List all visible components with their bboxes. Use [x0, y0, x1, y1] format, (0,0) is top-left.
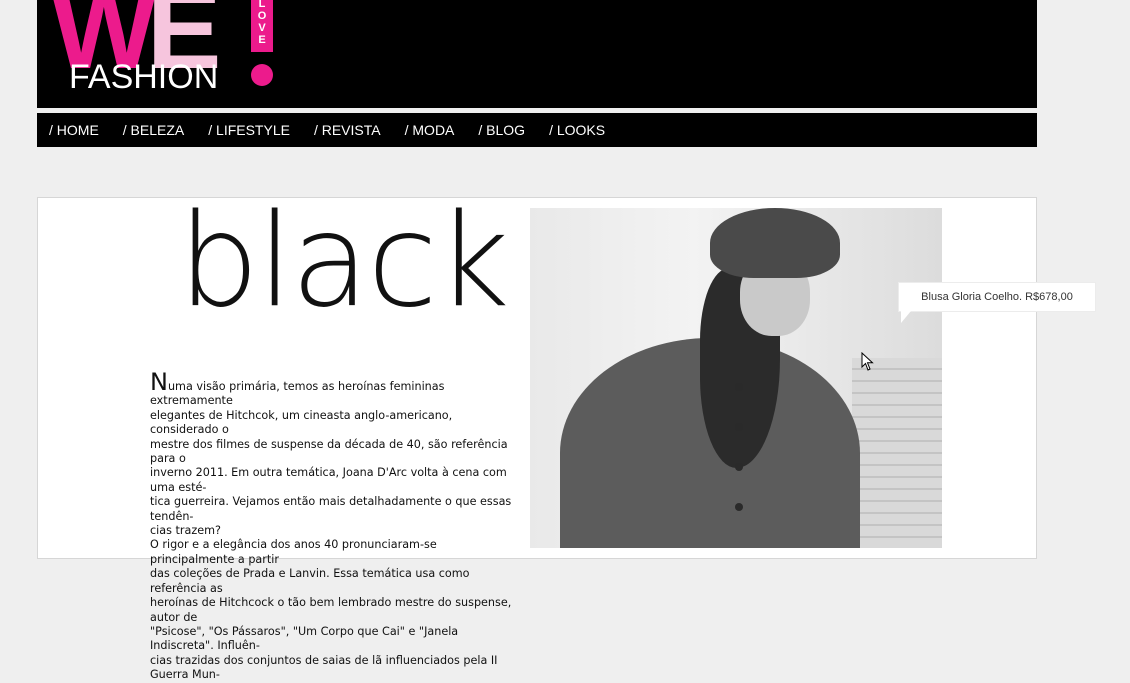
article-body: Numa visão primária, temos as heroínas f… — [150, 370, 520, 683]
body-line: mestre dos filmes de suspense da década … — [150, 437, 508, 466]
product-tooltip: Blusa Gloria Coelho. R$678,00 — [898, 282, 1096, 323]
site-header: WE LOVE FASHION — [37, 0, 1037, 108]
nav-revista[interactable]: / REVISTA — [314, 113, 381, 147]
article-panel: black Numa visão primária, temos as hero… — [37, 192, 1037, 681]
logo-fashion-text: FASHION — [69, 58, 219, 96]
fashion-photo[interactable] — [530, 208, 942, 548]
main-nav: / HOME / BELEZA / LIFESTYLE / REVISTA / … — [37, 113, 1037, 147]
nav-home[interactable]: / HOME — [49, 113, 99, 147]
body-line: inverno 2011. Em outra temática, Joana D… — [150, 466, 507, 494]
article-title: black — [178, 187, 510, 336]
body-line: cias trazidas dos conjuntos de saias de … — [150, 653, 498, 682]
logo-love-text: LOVE — [257, 0, 267, 46]
nav-beleza[interactable]: / BELEZA — [123, 113, 184, 147]
mouse-cursor-icon — [861, 352, 874, 371]
photo-building — [852, 358, 942, 548]
nav-moda[interactable]: / MODA — [405, 113, 455, 147]
drop-cap: N — [150, 368, 168, 396]
nav-blog[interactable]: / BLOG — [478, 113, 525, 147]
body-line: heroínas de Hitchcock o tão bem lembrado… — [150, 596, 512, 624]
photo-coat-buttons — [735, 383, 743, 543]
body-line: tica guerreira. Vejamos então mais detal… — [150, 495, 512, 523]
body-line: elegantes de Hitchcok, um cineasta anglo… — [150, 408, 453, 437]
logo-dot — [251, 64, 273, 86]
nav-lifestyle[interactable]: / LIFESTYLE — [208, 113, 290, 147]
body-line: O rigor e a elegância dos anos 40 pronun… — [150, 538, 437, 566]
body-line: cias trazem? — [150, 524, 221, 538]
site-logo[interactable]: WE LOVE FASHION — [51, 0, 291, 104]
body-line: das coleções de Prada e Lanvin. Essa tem… — [150, 567, 470, 595]
body-line: uma visão primária, temos as heroínas fe… — [150, 380, 445, 408]
body-line: "Psicose", "Os Pássaros", "Um Corpo que … — [150, 624, 459, 653]
photo-hat — [710, 208, 840, 278]
nav-looks[interactable]: / LOOKS — [549, 113, 605, 147]
